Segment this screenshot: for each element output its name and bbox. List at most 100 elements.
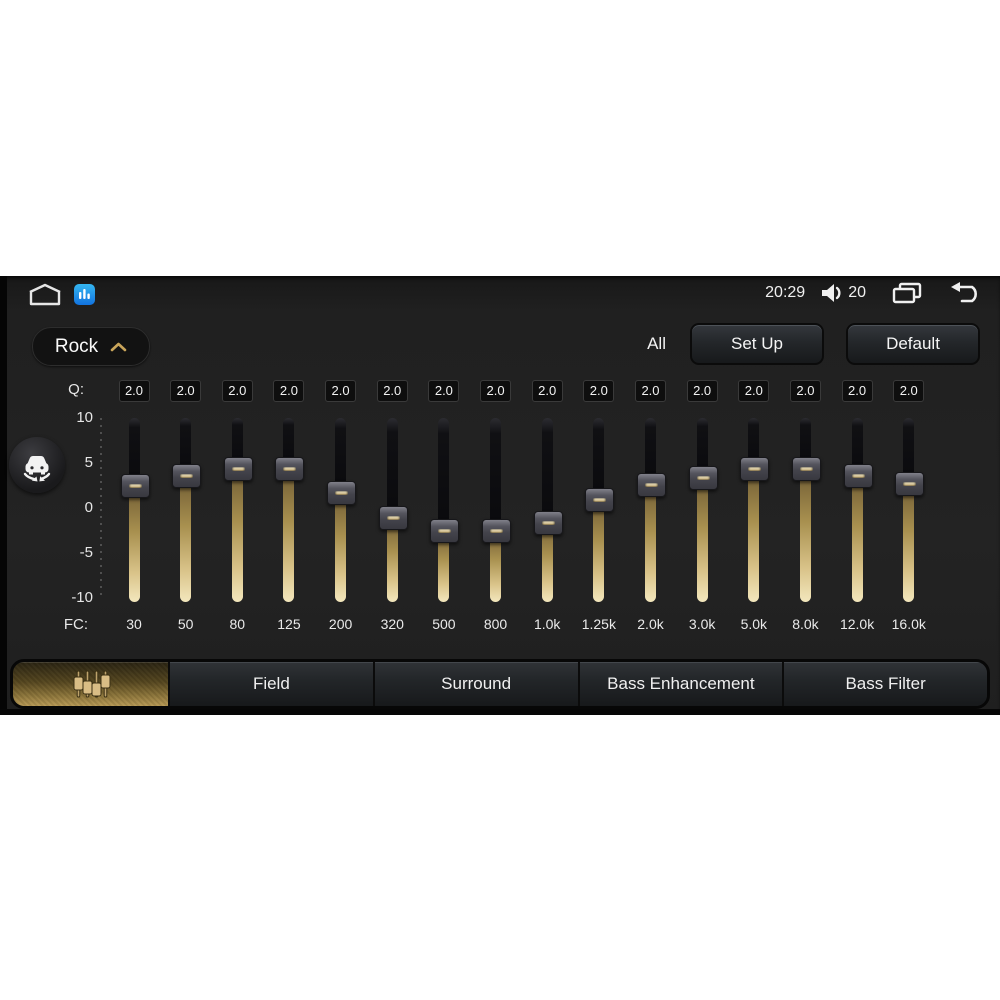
eq-band: 2.0 500 [418,380,470,636]
slider-track-lower [283,467,295,602]
slider-track-lower [851,474,863,602]
eq-band: 2.0 16.0k [883,380,935,636]
eq-slider[interactable] [573,418,625,602]
eq-slider[interactable] [366,418,418,602]
tab-equalizer[interactable] [13,662,168,706]
all-button[interactable]: All [645,334,668,354]
q-value-box[interactable]: 2.0 [738,380,770,402]
tab-field[interactable]: Field [168,662,373,706]
slider-handle[interactable] [430,518,460,543]
handle-grip [851,473,865,478]
eq-slider[interactable] [108,418,160,602]
handle-grip [335,490,349,495]
eq-slider[interactable] [470,418,522,602]
slider-track-lower [128,484,140,602]
q-value-box[interactable]: 2.0 [789,380,821,402]
chevron-up-icon [110,342,127,352]
preset-dropdown[interactable]: Rock [32,327,150,366]
recent-apps-icon[interactable] [892,282,922,304]
eq-band: 2.0 8.0k [779,380,831,636]
q-value-box[interactable]: 2.0 [841,380,873,402]
tab-surround[interactable]: Surround [372,662,578,706]
slider-track-upper [438,418,450,530]
slider-track-lower [696,476,708,602]
slider-handle[interactable] [637,472,666,497]
q-row-label: Q: [68,381,84,398]
q-value-box[interactable]: 2.0 [325,380,357,402]
q-value-box[interactable]: 2.0 [893,380,925,402]
eq-band: 2.0 50 [160,380,212,636]
slider-handle[interactable] [895,471,925,496]
default-button[interactable]: Default [846,323,980,365]
eq-slider[interactable] [728,418,780,602]
handle-grip [180,473,194,478]
eq-slider[interactable] [418,418,470,602]
q-value-box[interactable]: 2.0 [428,380,460,402]
slider-handle[interactable] [172,463,202,488]
setup-button[interactable]: Set Up [690,323,824,365]
slider-handle[interactable] [688,465,718,490]
db-axis-label: 10 [76,409,93,426]
eq-slider[interactable] [883,418,935,602]
eq-slider[interactable] [160,418,212,602]
q-value-box[interactable]: 2.0 [221,380,253,402]
slider-handle[interactable] [843,463,873,488]
car-surround-icon[interactable] [9,437,65,493]
q-value-box[interactable]: 2.0 [376,380,408,402]
slider-handle[interactable] [275,456,305,481]
eq-slider[interactable] [625,418,677,602]
slider-handle[interactable] [740,456,770,481]
q-value-box[interactable]: 2.0 [635,380,666,402]
slider-handle[interactable] [120,473,150,498]
slider-handle[interactable] [791,456,821,481]
eq-band: 2.0 3.0k [676,380,728,636]
eq-slider[interactable] [676,418,728,602]
q-value-box[interactable]: 2.0 [118,380,150,402]
back-icon[interactable] [948,281,984,305]
tab-label: Surround [441,674,512,693]
eq-slider[interactable] [315,418,367,602]
eq-band: 2.0 12.0k [831,380,883,636]
eq-band: 2.0 1.0k [521,380,573,636]
slider-handle[interactable] [482,518,512,543]
handle-grip [593,498,607,502]
eq-band: 2.0 30 [108,380,160,636]
slider-track-upper [386,418,398,517]
eq-slider[interactable] [831,418,883,602]
ai-assistant-app-icon[interactable] [74,283,95,305]
handle-grip [799,466,813,471]
status-bar-left [28,282,95,306]
tab-label: Bass Filter [845,674,926,693]
q-value-box[interactable]: 2.0 [273,380,305,402]
q-value-box[interactable]: 2.0 [583,380,615,402]
eq-slider[interactable] [779,418,831,602]
slider-handle[interactable] [223,456,253,481]
screen-bezel-left [0,276,7,715]
slider-handle[interactable] [378,506,408,530]
eq-band: 2.0 125 [263,380,315,636]
handle-grip [903,481,917,486]
slider-handle[interactable] [327,480,357,505]
handle-grip [438,528,452,533]
home-icon[interactable] [28,283,62,306]
tab-bass-filter[interactable]: Bass Filter [782,662,987,706]
slider-handle[interactable] [585,488,615,512]
eq-slider[interactable] [521,418,573,602]
slider-handle[interactable] [533,511,563,536]
handle-grip [645,482,658,487]
slider-track-lower [645,483,656,602]
slider-track-lower [231,467,243,602]
q-value-box[interactable]: 2.0 [686,380,718,402]
equalizer-icon [69,669,113,699]
eq-band: 2.0 320 [366,380,418,636]
tab-bass-enhancement[interactable]: Bass Enhancement [577,662,783,706]
eq-slider[interactable] [263,418,315,602]
handle-grip [231,466,245,471]
q-value-box[interactable]: 2.0 [531,380,563,402]
q-value-box[interactable]: 2.0 [480,380,512,402]
db-axis-label: -10 [71,589,93,606]
q-value-box[interactable]: 2.0 [170,380,202,402]
handle-grip [541,521,555,526]
tab-label: Bass Enhancement [607,674,755,693]
eq-slider[interactable] [211,418,263,602]
